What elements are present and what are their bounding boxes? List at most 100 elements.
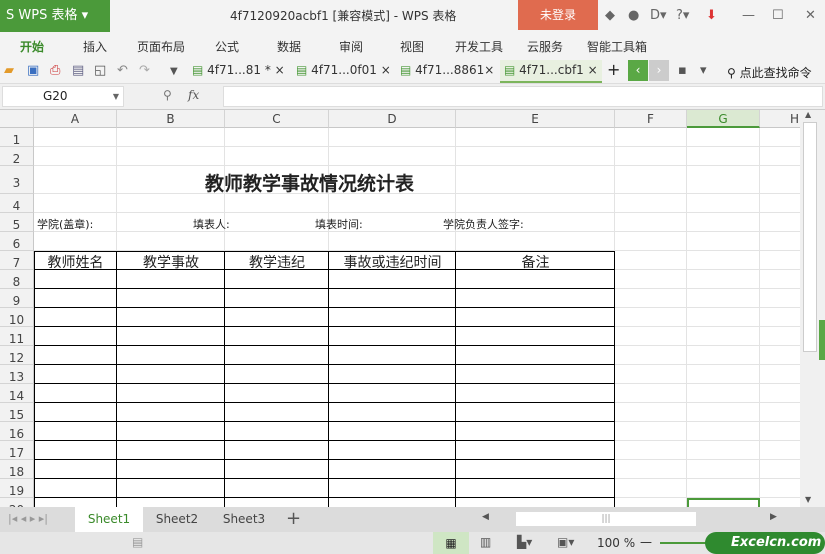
cell-E15[interactable] [456, 403, 615, 422]
cell-E13[interactable] [456, 365, 615, 384]
cell-A14[interactable] [34, 384, 117, 403]
cell-D4[interactable] [329, 194, 456, 213]
sheet-tab-sheet1[interactable]: Sheet1 [75, 507, 143, 532]
macro-icon[interactable]: ▤ [132, 535, 143, 549]
save-icon[interactable]: ▣ [27, 63, 39, 78]
print-icon[interactable]: ▤ [72, 63, 84, 78]
cell-H4[interactable] [760, 194, 800, 213]
login-button[interactable]: 未登录 [518, 0, 598, 30]
cell-E18[interactable] [456, 460, 615, 479]
cell-A13[interactable] [34, 365, 117, 384]
sheet-tab-sheet2[interactable]: Sheet2 [145, 507, 209, 532]
cell-E16[interactable] [456, 422, 615, 441]
cell-G2[interactable] [687, 147, 760, 166]
cell-G11[interactable] [687, 327, 760, 346]
cell-D10[interactable] [329, 308, 456, 327]
tab-scroll-right[interactable]: › [649, 60, 669, 81]
doc-tab-2[interactable]: ▤ 4f71...0f01 × [292, 60, 394, 83]
cell-A6[interactable] [34, 232, 117, 251]
wps-menu-button[interactable]: S WPS 表格 ▾ [0, 0, 110, 32]
row-header-16[interactable]: 16 [0, 422, 34, 441]
cell-B13[interactable] [117, 365, 225, 384]
cell-B15[interactable] [117, 403, 225, 422]
scroll-left-icon[interactable]: ◀ [482, 512, 489, 522]
cell-E3[interactable] [456, 166, 615, 194]
cell-D8[interactable] [329, 270, 456, 289]
cell-H19[interactable] [760, 479, 800, 498]
scroll-right-icon[interactable]: ▶ [770, 512, 777, 522]
cell-F10[interactable] [615, 308, 687, 327]
cell-A4[interactable] [34, 194, 117, 213]
cell-G14[interactable] [687, 384, 760, 403]
scroll-thumb[interactable] [803, 122, 817, 352]
row-header-17[interactable]: 17 [0, 441, 34, 460]
cell-G15[interactable] [687, 403, 760, 422]
print-preview-icon[interactable]: ◱ [94, 63, 106, 78]
cell-C13[interactable] [225, 365, 329, 384]
close-button[interactable]: ✕ [805, 8, 816, 23]
cell-F20[interactable] [615, 498, 687, 507]
cell-E11[interactable] [456, 327, 615, 346]
cell-F9[interactable] [615, 289, 687, 308]
cell-B9[interactable] [117, 289, 225, 308]
cell-B20[interactable] [117, 498, 225, 507]
cell-E2[interactable] [456, 147, 615, 166]
cell-D15[interactable] [329, 403, 456, 422]
menu-cloud[interactable]: 云服务 [527, 38, 563, 55]
cell-F1[interactable] [615, 128, 687, 147]
settings-icon[interactable]: ● [628, 8, 639, 23]
cell-A18[interactable] [34, 460, 117, 479]
menu-review[interactable]: 审阅 [339, 38, 363, 55]
column-header-H[interactable]: H [760, 110, 800, 128]
cell-H20[interactable] [760, 498, 800, 507]
row-header-7[interactable]: 7 [0, 251, 34, 270]
cell-E4[interactable] [456, 194, 615, 213]
cell-D17[interactable] [329, 441, 456, 460]
sheet-tab-sheet3[interactable]: Sheet3 [212, 507, 276, 532]
cell-D2[interactable] [329, 147, 456, 166]
row-header-14[interactable]: 14 [0, 384, 34, 403]
row-header-11[interactable]: 11 [0, 327, 34, 346]
cell-D14[interactable] [329, 384, 456, 403]
cell-E14[interactable] [456, 384, 615, 403]
cell-B14[interactable] [117, 384, 225, 403]
column-header-B[interactable]: B [117, 110, 225, 128]
cell-A16[interactable] [34, 422, 117, 441]
menu-smart-tools[interactable]: 智能工具箱 [587, 38, 647, 55]
row-header-9[interactable]: 9 [0, 289, 34, 308]
insert-function-button[interactable]: fx [188, 88, 199, 102]
cell-H14[interactable] [760, 384, 800, 403]
cell-F15[interactable] [615, 403, 687, 422]
cell-G5[interactable] [687, 213, 760, 232]
cell-H7[interactable] [760, 251, 800, 270]
sheet-nav-icons[interactable]: |◂ ◂ ▸ ▸| [8, 512, 48, 525]
cell-H13[interactable] [760, 365, 800, 384]
column-header-D[interactable]: D [329, 110, 456, 128]
cell-A11[interactable] [34, 327, 117, 346]
cell-H9[interactable] [760, 289, 800, 308]
cell-G18[interactable] [687, 460, 760, 479]
cell-G12[interactable] [687, 346, 760, 365]
vertical-scrollbar[interactable]: ▲ ▼ [800, 110, 825, 507]
row-header-15[interactable]: 15 [0, 403, 34, 422]
cell-A1[interactable] [34, 128, 117, 147]
cell-D18[interactable] [329, 460, 456, 479]
menu-home[interactable]: 开始 [20, 38, 44, 55]
menu-formula[interactable]: 公式 [215, 38, 239, 55]
undo-icon[interactable]: ↶ [117, 63, 128, 78]
cell-G1[interactable] [687, 128, 760, 147]
download-icon[interactable]: ⬇ [706, 8, 717, 23]
doc-tab-4-active[interactable]: ▤ 4f71...cbf1 × [500, 60, 602, 83]
cell-H11[interactable] [760, 327, 800, 346]
zoom-out-button[interactable]: — [640, 535, 652, 549]
cell-G3[interactable] [687, 166, 760, 194]
cell-D6[interactable] [329, 232, 456, 251]
cell-A9[interactable] [34, 289, 117, 308]
cell-H6[interactable] [760, 232, 800, 251]
menu-data[interactable]: 数据 [277, 38, 301, 55]
cell-E12[interactable] [456, 346, 615, 365]
cell-F4[interactable] [615, 194, 687, 213]
cell-H16[interactable] [760, 422, 800, 441]
column-header-C[interactable]: C [225, 110, 329, 128]
cell-C5[interactable] [225, 213, 329, 232]
